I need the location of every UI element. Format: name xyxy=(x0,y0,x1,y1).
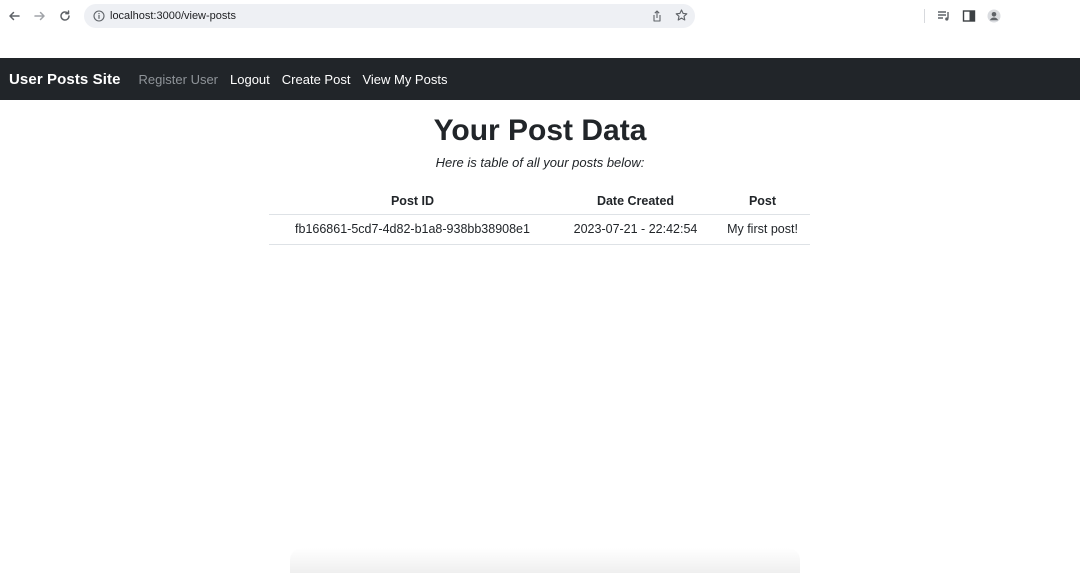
site-navbar: User Posts Site Register User Logout Cre… xyxy=(0,58,1080,100)
toolbar-divider xyxy=(924,9,925,23)
media-control-icon[interactable] xyxy=(937,9,951,23)
star-icon[interactable] xyxy=(675,9,688,22)
site-brand[interactable]: User Posts Site xyxy=(9,71,121,88)
page-title: Your Post Data xyxy=(433,114,647,147)
url-text[interactable]: localhost:3000/view-posts xyxy=(110,9,236,23)
posts-table: Post ID Date Created Post fb166861-5cd7-… xyxy=(269,188,810,245)
browser-toolbar: localhost:3000/view-posts xyxy=(0,0,1080,58)
table-header-row: Post ID Date Created Post xyxy=(269,188,810,215)
share-icon[interactable] xyxy=(651,10,663,22)
nav-create-post[interactable]: Create Post xyxy=(282,72,351,87)
address-bar[interactable]: localhost:3000/view-posts xyxy=(84,4,695,28)
side-panel-icon[interactable] xyxy=(962,9,976,23)
reload-icon[interactable] xyxy=(57,8,73,24)
column-header-post-id: Post ID xyxy=(269,188,556,215)
forward-arrow-icon[interactable] xyxy=(32,8,48,24)
nav-logout[interactable]: Logout xyxy=(230,72,270,87)
column-header-post: Post xyxy=(715,188,810,215)
cell-post: My first post! xyxy=(715,214,810,245)
profile-icon[interactable] xyxy=(987,9,1001,23)
page-subtitle: Here is table of all your posts below: xyxy=(435,155,645,170)
back-arrow-icon[interactable] xyxy=(6,8,22,24)
cell-date-created: 2023-07-21 - 22:42:54 xyxy=(556,214,715,245)
column-header-date-created: Date Created xyxy=(556,188,715,215)
nav-view-my-posts[interactable]: View My Posts xyxy=(362,72,447,87)
main-content: Your Post Data Here is table of all your… xyxy=(0,100,1080,171)
info-icon[interactable] xyxy=(93,10,105,22)
cell-post-id: fb166861-5cd7-4d82-b1a8-938bb38908e1 xyxy=(269,214,556,245)
bottom-shadow xyxy=(290,548,800,573)
table-row: fb166861-5cd7-4d82-b1a8-938bb38908e1 202… xyxy=(269,214,810,245)
nav-register-user[interactable]: Register User xyxy=(139,72,218,87)
